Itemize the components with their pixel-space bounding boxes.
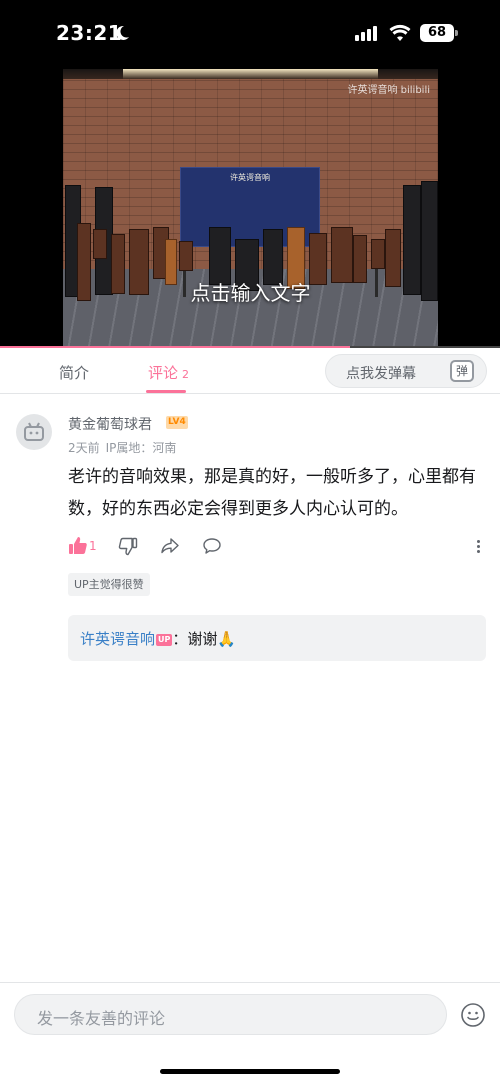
user-level-badge: LV4 [166, 416, 188, 429]
battery-icon: 68 [420, 24, 454, 42]
tab-active-indicator [146, 390, 186, 393]
reply-preview[interactable]: 许英谔音响 UP ：谢谢🙏 [68, 615, 486, 661]
video-player[interactable]: 许英谔音响 许英谔音响 bilibili 点击输入文字 [0, 68, 500, 348]
comment-location: IP属地：河南 [105, 441, 177, 455]
share-icon [161, 538, 179, 554]
tab-intro-label: 简介 [59, 364, 90, 382]
status-time: 23:21 [56, 21, 123, 45]
default-avatar-icon [24, 422, 44, 441]
danmaku-placeholder: 点我发弹幕 [346, 366, 416, 382]
up-tag: UP [156, 634, 173, 646]
share-button[interactable] [160, 536, 182, 558]
ceiling-light [123, 69, 378, 79]
danmaku-toggle-icon[interactable]: 弹 [450, 360, 474, 382]
comment-time: 2天前 [68, 441, 100, 455]
like-button[interactable]: 1 [68, 536, 100, 558]
status-bar: 23:21 68 [0, 0, 500, 68]
video-overlay-text: 点击输入文字 [190, 281, 311, 305]
tab-intro[interactable]: 简介 [59, 362, 89, 383]
bottom-comment-bar: 发一条友善的评论 [0, 982, 500, 1083]
comment-input[interactable]: 发一条友善的评论 [14, 994, 447, 1035]
like-count: 1 [89, 539, 97, 553]
speaker [331, 227, 353, 283]
thumbs-down-icon [118, 537, 138, 556]
backdrop-title: 许英谔音响 [230, 173, 270, 182]
comment-actions: 1 [68, 536, 488, 560]
reply-text: ：谢谢🙏 [172, 630, 237, 648]
comment-input-placeholder: 发一条友善的评论 [37, 1009, 166, 1028]
danmaku-input[interactable]: 点我发弹幕 弹 [325, 354, 487, 388]
tab-comments-count: 2 [182, 368, 190, 381]
reply-line: 许英谔音响 UP ：谢谢🙏 [80, 628, 236, 649]
reply-button[interactable] [202, 536, 224, 558]
tab-bar: 简介 评论 2 点我发弹幕 弹 [0, 348, 500, 394]
comment-username[interactable]: 黄金葡萄球君 [68, 414, 152, 434]
comment-meta: 2天前 IP属地：河南 [68, 439, 176, 456]
moon-icon [116, 25, 129, 40]
up-liked-badge: UP主觉得很赞 [68, 573, 150, 596]
speaker [179, 241, 193, 271]
home-indicator [160, 1069, 340, 1074]
wifi-icon [389, 24, 411, 41]
speaker [93, 229, 107, 259]
reply-username[interactable]: 许英谔音响 [80, 630, 155, 648]
video-frame: 许英谔音响 许英谔音响 bilibili 点击输入文字 [63, 69, 438, 347]
video-watermark: 许英谔音响 bilibili [347, 85, 430, 96]
dislike-button[interactable] [118, 536, 140, 558]
thumbs-up-icon [69, 537, 87, 554]
comment-bubble-icon [203, 538, 221, 554]
avatar[interactable] [16, 414, 52, 450]
tab-comments-label: 评论 [148, 364, 179, 382]
speaker [353, 235, 367, 283]
battery-tip [455, 30, 458, 36]
tab-comments[interactable]: 评论 2 [148, 362, 189, 383]
comment-content: 老许的音响效果，那是真的好，一般听多了，心里都有数，好的东西必定会得到更多人内心… [68, 467, 476, 519]
cellular-signal-icon [355, 26, 377, 41]
speaker [371, 239, 385, 269]
more-options-icon[interactable] [473, 538, 483, 556]
emoji-icon[interactable] [460, 1002, 486, 1028]
